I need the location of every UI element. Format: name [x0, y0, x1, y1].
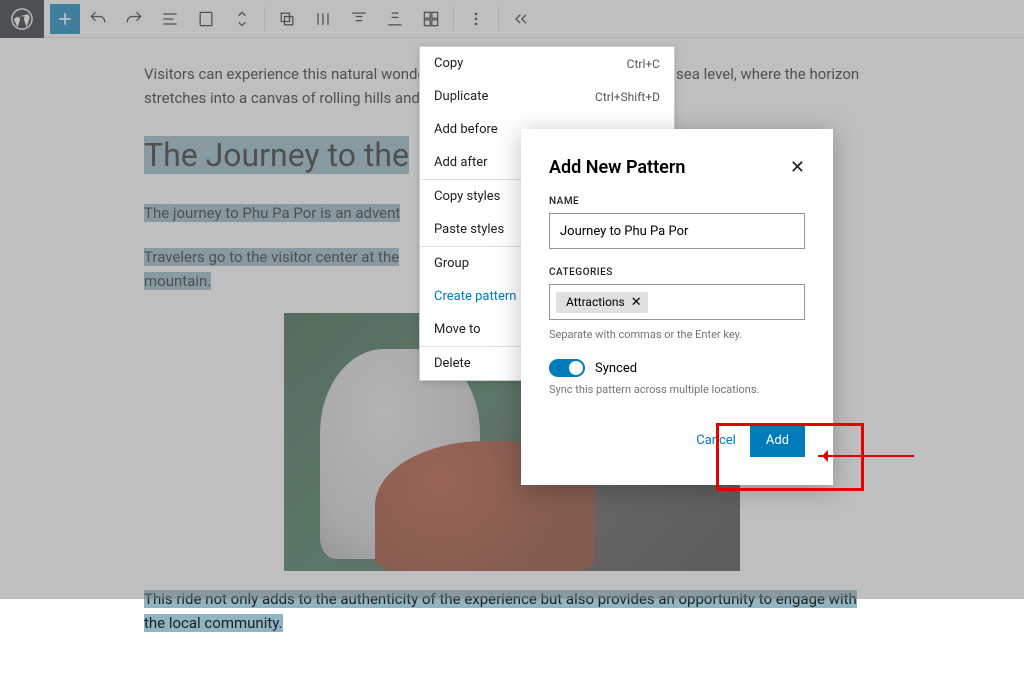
add-button[interactable]: Add	[750, 424, 805, 457]
categories-input[interactable]: Attractions✕	[549, 284, 805, 320]
close-icon[interactable]: ✕	[790, 157, 805, 178]
menu-item-copy[interactable]: CopyCtrl+C	[420, 47, 674, 80]
categories-field-label: CATEGORIES	[549, 267, 805, 278]
dialog-title: Add New Pattern	[549, 157, 685, 178]
shortcut-label: Ctrl+Shift+D	[595, 90, 660, 104]
categories-hint: Separate with commas or the Enter key.	[549, 328, 805, 341]
synced-toggle[interactable]	[549, 359, 585, 377]
synced-label: Synced	[595, 361, 637, 376]
menu-item-duplicate[interactable]: DuplicateCtrl+Shift+D	[420, 80, 674, 113]
pattern-name-input[interactable]	[549, 213, 805, 249]
cancel-button[interactable]: Cancel	[696, 433, 736, 448]
remove-chip-icon[interactable]: ✕	[631, 295, 642, 310]
name-field-label: NAME	[549, 196, 805, 207]
synced-description: Sync this pattern across multiple locati…	[549, 383, 805, 396]
add-pattern-dialog: Add New Pattern ✕ NAME CATEGORIES Attrac…	[521, 129, 833, 485]
category-chip[interactable]: Attractions✕	[556, 292, 648, 313]
shortcut-label: Ctrl+C	[627, 57, 660, 71]
